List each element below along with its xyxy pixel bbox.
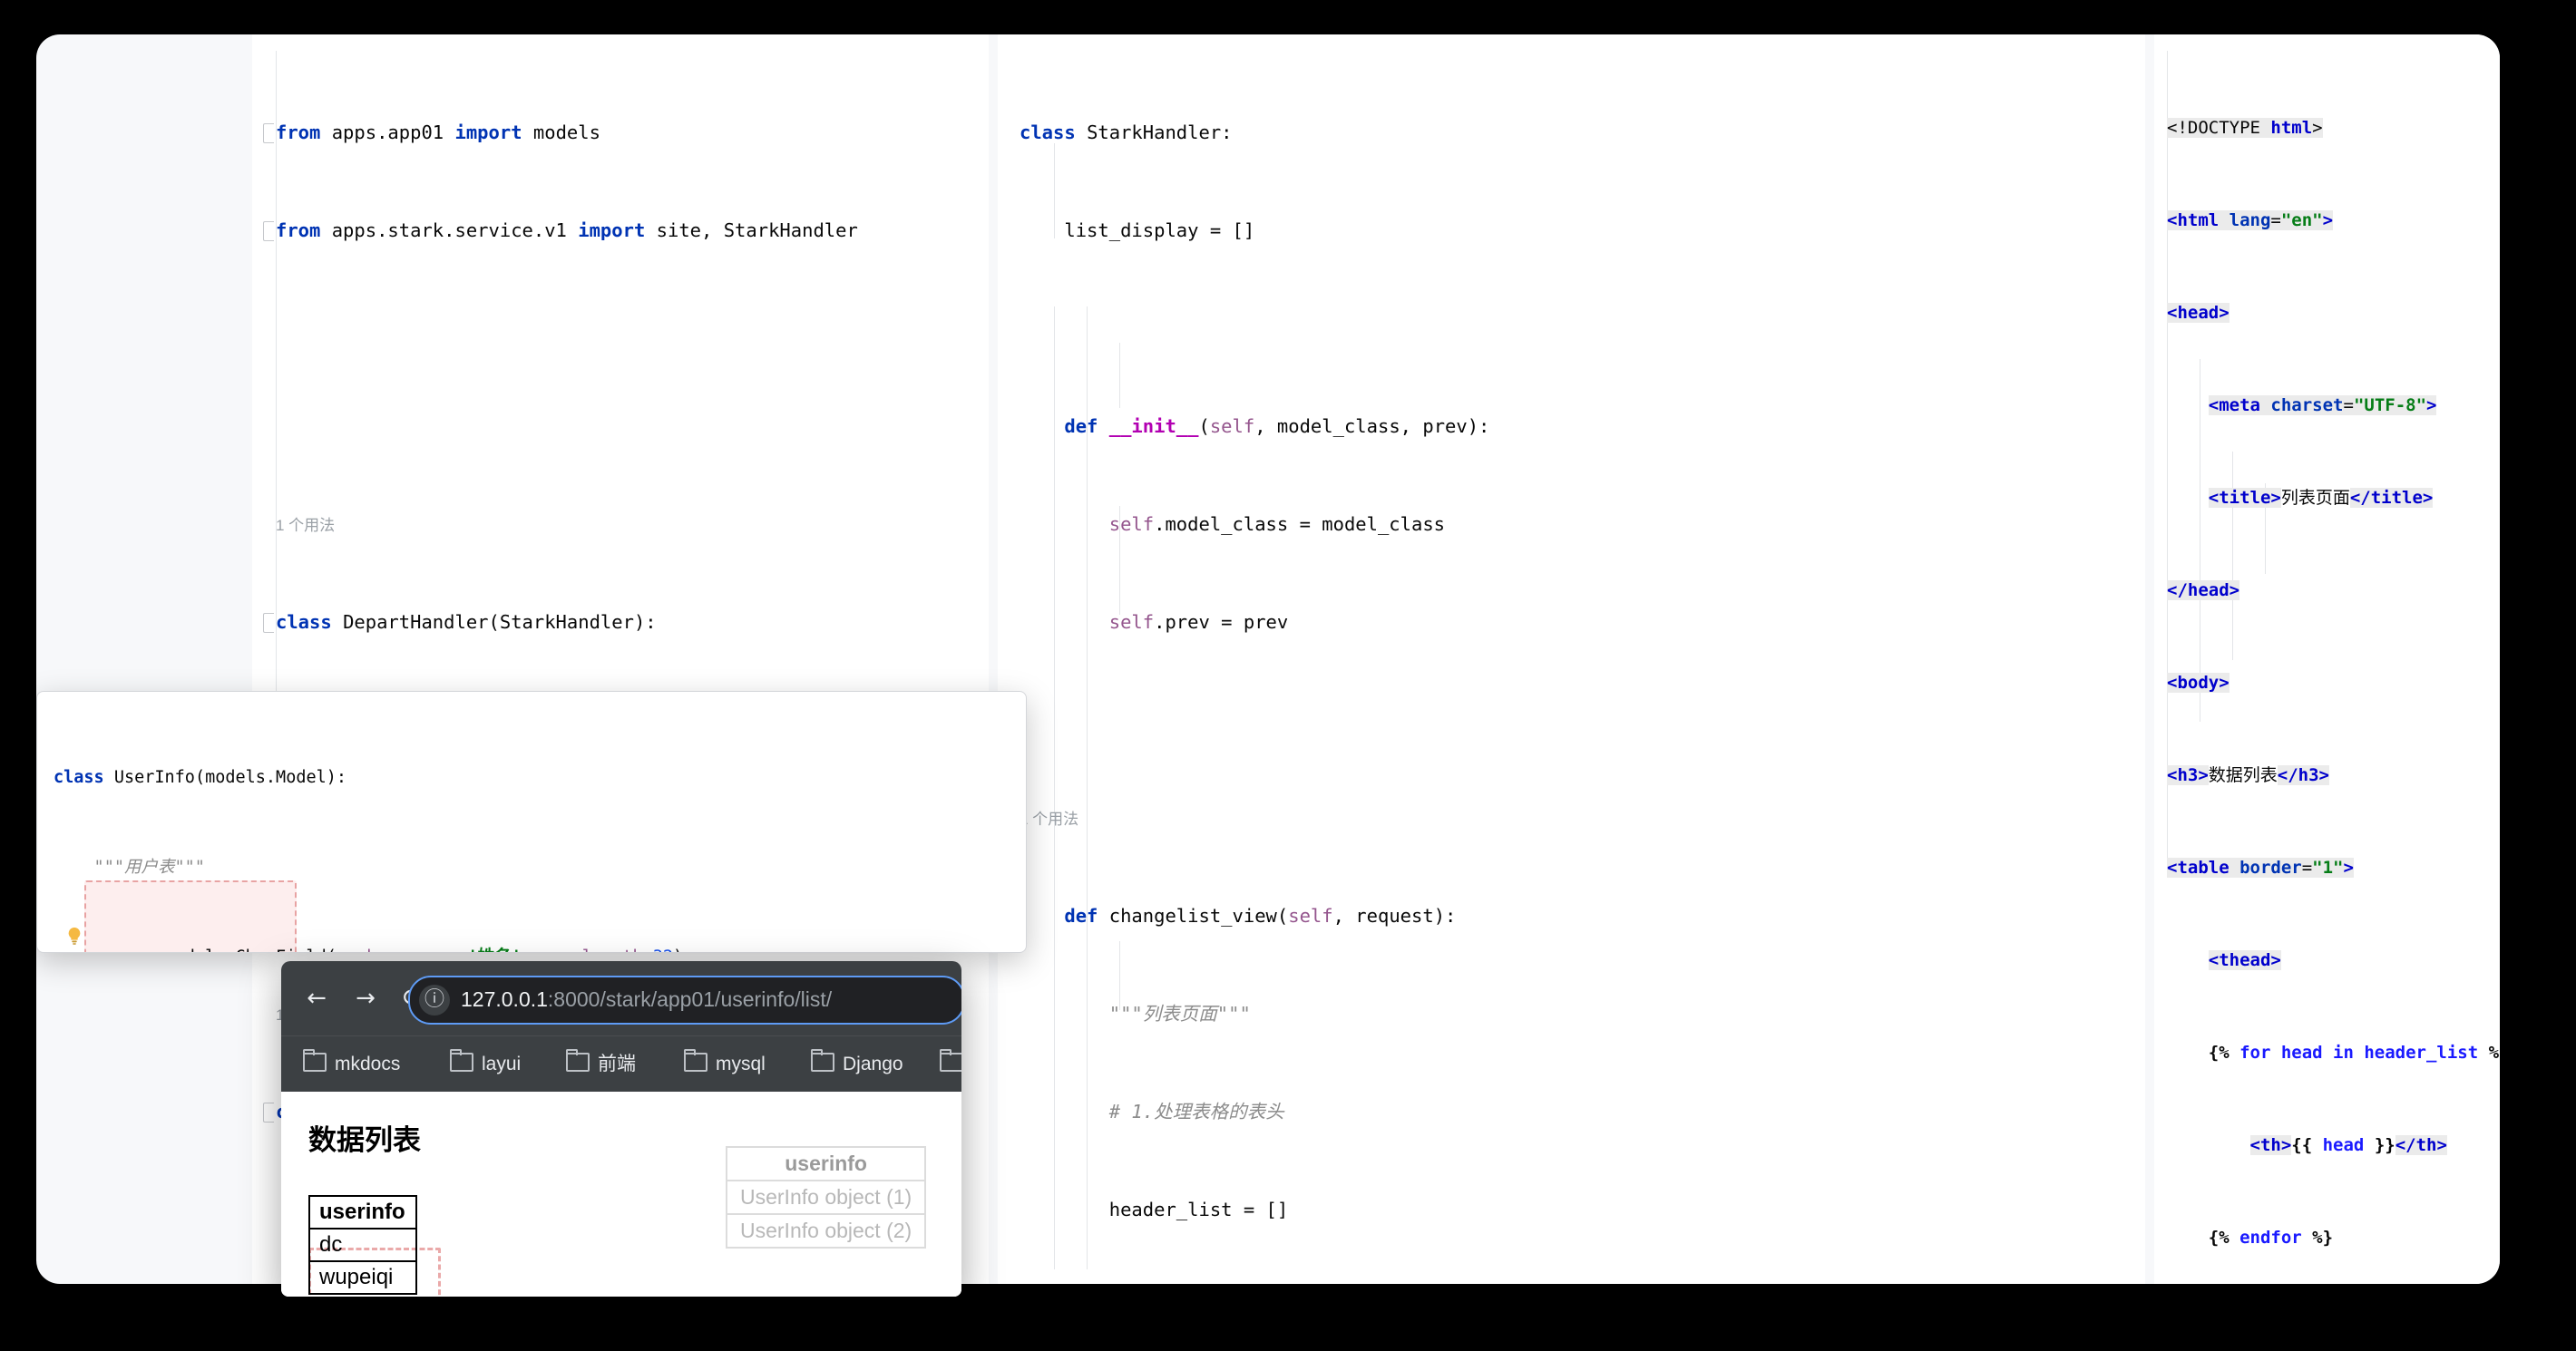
model-definition-popup[interactable]: class UserInfo(models.Model): """用户表""" … [36, 691, 1027, 953]
rendered-table-current: userinfo dc wupeiqi [308, 1195, 417, 1295]
page-content: 数据列表 userinfo dc wupeiqi userinfo UserIn… [281, 1092, 961, 1297]
address-bar[interactable]: ⓘ 127.0.0.1:8000/stark/app01/userinfo/li… [408, 976, 961, 1025]
editor-pane-stark-handler[interactable]: class StarkHandler: list_display = [] de… [998, 34, 2145, 1284]
code-line: <body> [2167, 667, 2500, 698]
code-line: {% for head in header_list %} [2167, 1037, 2500, 1068]
table-header-cell: userinfo [309, 1196, 416, 1229]
site-info-icon[interactable]: ⓘ [419, 985, 450, 1016]
code-line: self.model_class = model_class [1020, 508, 1959, 540]
table-row: dc [309, 1229, 416, 1261]
code-line: <th>{{ head }}</th> [2167, 1130, 2500, 1161]
table-cell: dc [309, 1229, 416, 1261]
code-line: """用户表""" [54, 852, 956, 882]
editor-pane-template[interactable]: <!DOCTYPE html> <html lang="en"> <head> … [2154, 34, 2500, 1284]
usage-hint: 1 个用法 [1020, 802, 1959, 834]
bookmark-label: mkdocs [335, 1054, 400, 1074]
table-row: userinfo [309, 1196, 416, 1229]
chrome-browser-window[interactable]: ← → ⟳ ⓘ 127.0.0.1:8000/stark/app01/useri… [281, 961, 961, 1297]
code-line: self.prev = prev [1020, 606, 1959, 638]
bookmark-frontend[interactable]: 前端 [566, 1049, 636, 1080]
bookmark-label: 前端 [598, 1054, 636, 1074]
folder-icon [684, 1053, 707, 1072]
folder-icon [303, 1053, 327, 1072]
table-cell: UserInfo object (1) [727, 1181, 925, 1214]
bookmark-label: Django [843, 1054, 903, 1074]
url-host: 127.0.0.1 [461, 987, 548, 1011]
code-line: class UserInfo(models.Model): [54, 763, 956, 792]
address-bar-text: 127.0.0.1:8000/stark/app01/userinfo/list… [461, 987, 832, 1012]
bookmark-mkdocs[interactable]: mkdocs [303, 1049, 400, 1080]
code-line: def changelist_view(self, request): [1020, 899, 1959, 932]
code-line: def __init__(self, model_class, prev): [1020, 410, 1959, 442]
bookmark-overflow[interactable] [940, 1049, 961, 1080]
table-cell: UserInfo object (2) [727, 1214, 925, 1248]
bookmarks-bar: mkdocs layui 前端 mysql Django [281, 1035, 961, 1093]
table-row: UserInfo object (2) [727, 1214, 925, 1248]
code-mid: class StarkHandler: list_display = [] de… [1020, 51, 1959, 1284]
screenshot-canvas: from apps.app01 import models from apps.… [0, 0, 2576, 1351]
bookmark-mysql[interactable]: mysql [684, 1049, 766, 1080]
code-line: name = models.CharField(verbose_name='姓名… [54, 942, 956, 953]
table-row: UserInfo object (1) [727, 1181, 925, 1214]
code-line: list_display = [] [1020, 214, 1959, 247]
code-right: <!DOCTYPE html> <html lang="en"> <head> … [2167, 51, 2500, 1284]
code-line: <thead> [2167, 945, 2500, 976]
bookmark-label: layui [482, 1054, 521, 1074]
code-line: class StarkHandler: [1020, 116, 1959, 149]
code-line: <head> [2167, 297, 2500, 328]
url-path: :8000/stark/app01/userinfo/list/ [548, 987, 832, 1011]
code-line: header_list = [] [1020, 1193, 1959, 1226]
code-line: <meta charset="UTF-8"> [2167, 390, 2500, 421]
code-line: <h3>数据列表</h3> [2167, 760, 2500, 791]
code-line: from apps.app01 import models [276, 116, 858, 149]
browser-toolbar: ← → ⟳ ⓘ 127.0.0.1:8000/stark/app01/useri… [281, 961, 961, 1035]
bookmark-layui[interactable]: layui [450, 1049, 521, 1080]
code-line [1020, 704, 1959, 736]
code-line [276, 312, 858, 345]
code-line: class DepartHandler(StarkHandler): [276, 606, 858, 638]
bookmark-django[interactable]: Django [811, 1049, 903, 1080]
forward-icon[interactable]: → [350, 983, 381, 1014]
back-icon[interactable]: ← [301, 983, 332, 1014]
table-cell: wupeiqi [309, 1261, 416, 1294]
code-line: {% endfor %} [2167, 1222, 2500, 1253]
folder-icon [450, 1053, 473, 1072]
usage-hint: 1 个用法 [276, 508, 858, 540]
usage-label: 1 个用法 [1020, 811, 1078, 828]
code-line: </head> [2167, 575, 2500, 606]
code-popup: class UserInfo(models.Model): """用户表""" … [54, 703, 956, 953]
code-line: <html lang="en"> [2167, 205, 2500, 236]
page-title: 数据列表 [308, 1117, 421, 1158]
code-line: <!DOCTYPE html> [2167, 112, 2500, 143]
code-line: <title>列表页面</title> [2167, 482, 2500, 513]
code-line: """列表页面""" [1020, 997, 1959, 1030]
rendered-table-previous: userinfo UserInfo object (1) UserInfo ob… [726, 1146, 926, 1249]
table-row: userinfo [727, 1147, 925, 1181]
table-row: wupeiqi [309, 1261, 416, 1294]
folder-icon [566, 1053, 590, 1072]
bookmark-label: mysql [716, 1054, 766, 1074]
code-line: # 1.处理表格的表头 [1020, 1095, 1959, 1128]
folder-icon [811, 1053, 834, 1072]
code-line: <table border="1"> [2167, 852, 2500, 883]
table-header-cell: userinfo [727, 1147, 925, 1181]
usage-label: 1 个用法 [276, 517, 335, 534]
folder-icon [940, 1053, 961, 1072]
code-line [1020, 312, 1959, 345]
code-line: from apps.stark.service.v1 import site, … [276, 214, 858, 247]
code-line [276, 410, 858, 442]
